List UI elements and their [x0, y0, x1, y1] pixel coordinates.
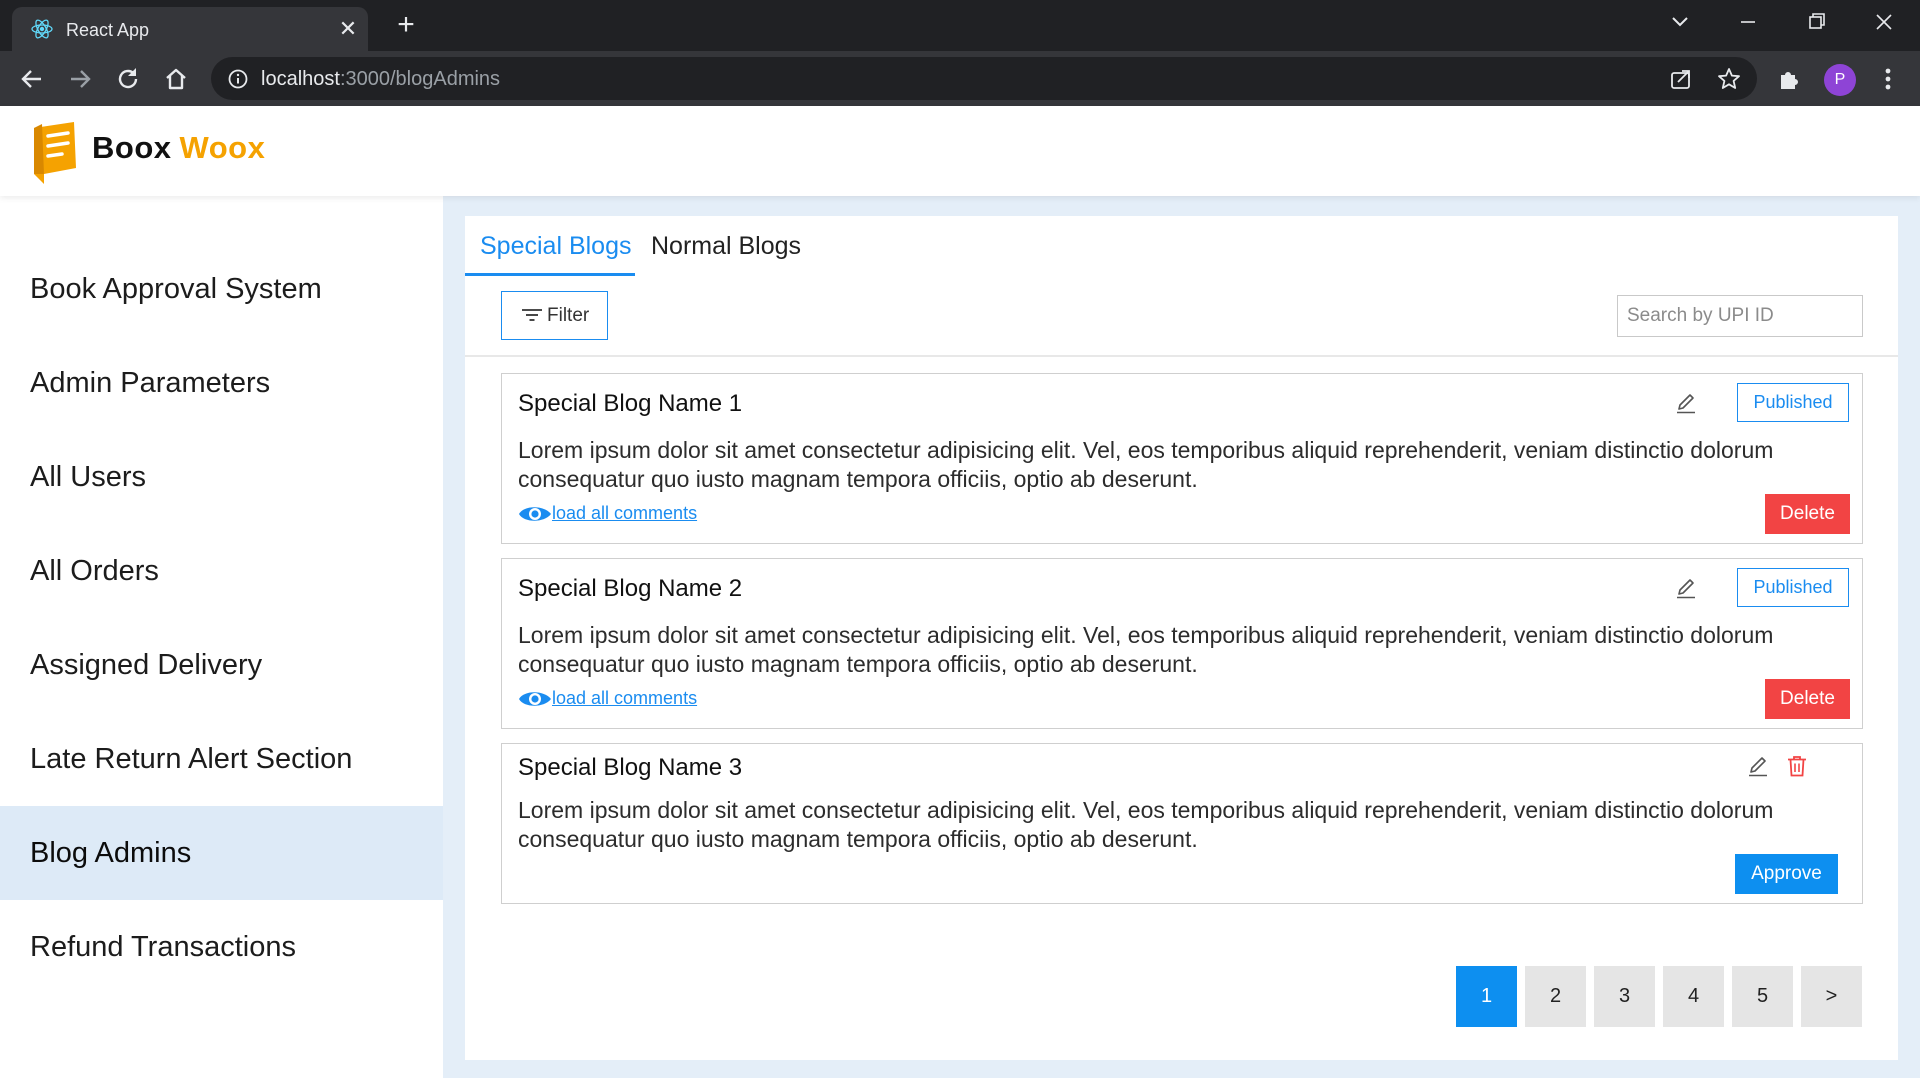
browser-toolbar: localhost:3000/blogAdmins P	[0, 51, 1920, 106]
trash-icon[interactable]	[1785, 754, 1809, 778]
blog-card: Special Blog Name 1 Published Lorem ipsu…	[501, 373, 1863, 544]
address-bar[interactable]: localhost:3000/blogAdmins	[211, 57, 1757, 100]
home-icon[interactable]	[160, 63, 192, 95]
star-icon[interactable]	[1716, 66, 1742, 92]
sidebar-item-book-approval-system[interactable]: Book Approval System	[0, 242, 443, 336]
page-button[interactable]: 5	[1732, 966, 1793, 1027]
close-icon[interactable]: ✕	[334, 15, 362, 43]
sidebar-item-all-orders[interactable]: All Orders	[0, 524, 443, 618]
page-button[interactable]: 1	[1456, 966, 1517, 1027]
arrow-left-icon[interactable]	[16, 63, 48, 95]
kebab-menu-icon[interactable]	[1872, 63, 1904, 95]
sidebar-item-blog-admins[interactable]: Blog Admins	[0, 806, 443, 900]
pencil-icon[interactable]	[1674, 391, 1698, 415]
blog-card: Special Blog Name 3 Lorem ipsum dolor si…	[501, 743, 1863, 904]
react-icon	[31, 19, 53, 39]
sidebar-item-assigned-delivery[interactable]: Assigned Delivery	[0, 618, 443, 712]
browser-tab[interactable]: React App ✕	[12, 7, 368, 51]
blog-admin-panel: Special Blogs Normal Blogs Filter Specia…	[465, 216, 1898, 1060]
blog-title: Special Blog Name 1	[518, 390, 743, 417]
minimize-icon[interactable]	[1728, 6, 1768, 38]
brand-logo-text[interactable]: Boox Woox	[92, 130, 265, 166]
pencil-icon[interactable]	[1674, 576, 1698, 600]
load-comments-text: load all comments	[552, 503, 698, 523]
approve-button[interactable]: Approve	[1735, 854, 1838, 894]
blog-description: Lorem ipsum dolor sit amet consectetur a…	[518, 797, 1774, 852]
blog-description: Lorem ipsum dolor sit amet consectetur a…	[518, 437, 1774, 492]
active-tab-indicator	[465, 273, 635, 276]
eye-icon	[519, 507, 551, 521]
page-button[interactable]: 2	[1525, 966, 1586, 1027]
tab-special-blogs[interactable]: Special Blogs	[480, 232, 631, 261]
filter-label: Filter	[547, 305, 590, 326]
plus-icon[interactable]: +	[390, 10, 422, 42]
url-path: :3000/blogAdmins	[339, 68, 501, 90]
blog-title: Special Blog Name 3	[518, 754, 743, 781]
brand-part-1: Boox	[92, 130, 172, 165]
blog-card: Special Blog Name 2 Published Lorem ipsu…	[501, 558, 1863, 729]
reload-icon[interactable]	[112, 63, 144, 95]
status-badge[interactable]: Published	[1737, 383, 1849, 422]
sidebar-item-admin-parameters[interactable]: Admin Parameters	[0, 336, 443, 430]
pagination: 1 2 3 4 5 >	[1456, 966, 1864, 1027]
pencil-icon[interactable]	[1746, 754, 1770, 778]
app-header: Boox Woox	[0, 106, 1920, 196]
blog-description: Lorem ipsum dolor sit amet consectetur a…	[518, 622, 1774, 677]
sidebar-item-all-users[interactable]: All Users	[0, 430, 443, 524]
filter-button[interactable]: Filter	[501, 291, 608, 340]
arrow-right-icon[interactable]	[64, 63, 96, 95]
tab-search-icon[interactable]	[1660, 6, 1700, 38]
divider	[465, 355, 1898, 357]
puzzle-icon[interactable]	[1774, 63, 1806, 95]
blog-title: Special Blog Name 2	[518, 575, 743, 602]
profile-avatar[interactable]: P	[1824, 64, 1856, 96]
browser-tab-title: React App	[66, 20, 150, 40]
restore-icon[interactable]	[1796, 6, 1836, 38]
sidebar: Book Approval System Admin Parameters Al…	[0, 196, 443, 1078]
next-page-button[interactable]: >	[1801, 966, 1862, 1027]
browser-tab-strip: React App ✕ +	[0, 0, 1920, 51]
page-button[interactable]: 4	[1663, 966, 1724, 1027]
blog-tabs: Special Blogs Normal Blogs	[465, 216, 1898, 278]
window-close-icon[interactable]	[1864, 6, 1904, 38]
delete-button[interactable]: Delete	[1765, 494, 1850, 534]
info-icon[interactable]	[227, 68, 249, 90]
tab-normal-blogs[interactable]: Normal Blogs	[651, 232, 801, 261]
delete-button[interactable]: Delete	[1765, 679, 1850, 719]
share-icon[interactable]	[1668, 66, 1694, 92]
url-host: localhost	[261, 68, 340, 90]
brand-part-2: Woox	[179, 130, 266, 165]
sidebar-item-late-return-alert-section[interactable]: Late Return Alert Section	[0, 712, 443, 806]
eye-icon	[519, 692, 551, 706]
search-input[interactable]	[1617, 295, 1863, 337]
sidebar-item-refund-transactions[interactable]: Refund Transactions	[0, 900, 443, 994]
status-badge[interactable]: Published	[1737, 568, 1849, 607]
book-icon[interactable]	[30, 120, 80, 186]
load-comments-text: load all comments	[552, 688, 698, 708]
page-button[interactable]: 3	[1594, 966, 1655, 1027]
filter-lines-icon	[522, 309, 542, 321]
url-text: localhost:3000/blogAdmins	[261, 68, 500, 91]
